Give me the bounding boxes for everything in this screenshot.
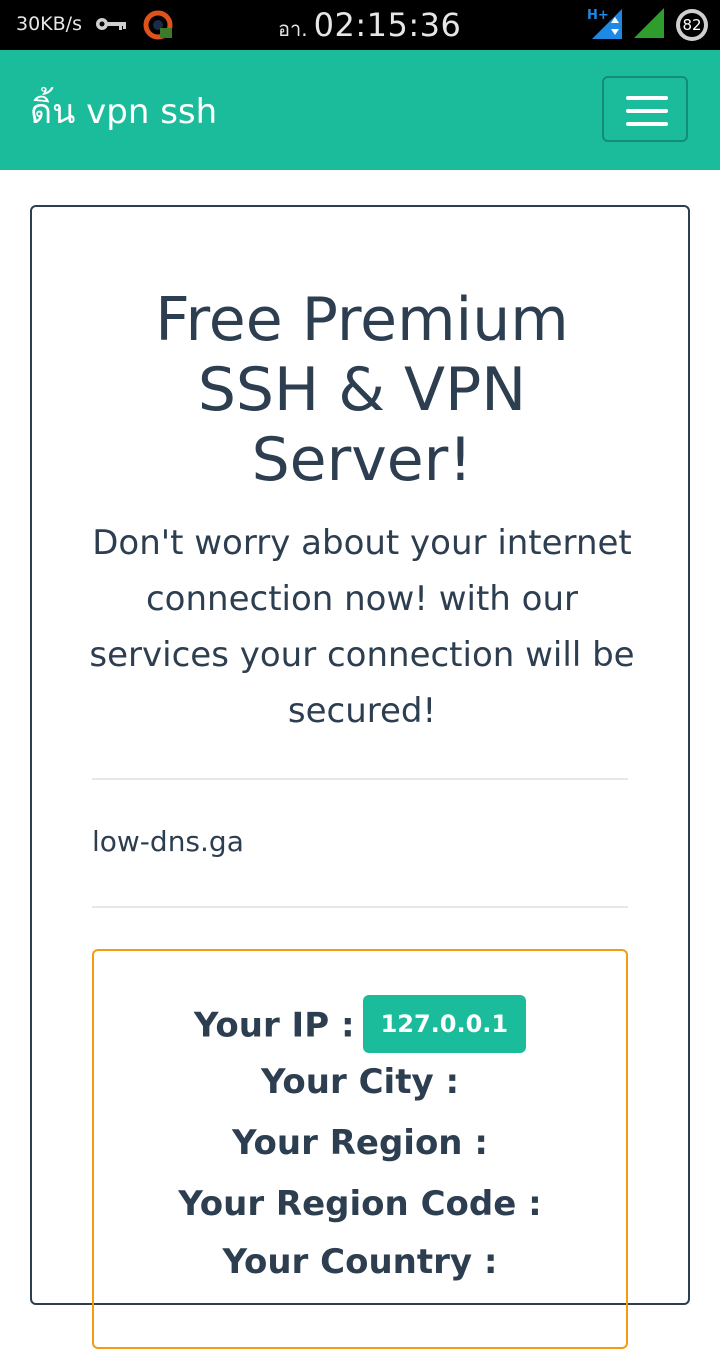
hamburger-menu-icon bbox=[626, 96, 668, 100]
battery-icon: 82 bbox=[676, 9, 708, 41]
vpn-icon bbox=[143, 10, 173, 40]
key-icon bbox=[96, 18, 126, 30]
brand-link[interactable]: ดิ้น vpn ssh bbox=[30, 84, 217, 138]
clock-period: อา. bbox=[278, 17, 308, 41]
domain-text: low-dns.ga bbox=[92, 825, 244, 858]
divider bbox=[92, 778, 628, 780]
net-speed: 30KB/s bbox=[16, 13, 82, 35]
ip-label: Your IP : bbox=[193, 1005, 355, 1046]
region-code-row: Your Region Code : bbox=[178, 1184, 542, 1224]
ip-badge: 127.0.0.1 bbox=[362, 995, 527, 1053]
city-row: Your City : bbox=[260, 1062, 460, 1102]
country-row: Your Country : bbox=[222, 1242, 498, 1282]
clock: อา. 02:15:36 bbox=[278, 6, 461, 45]
clock-time: 02:15:36 bbox=[313, 6, 462, 44]
status-bar: 30KB/s อา. 02:15:36 H+ 82 bbox=[0, 0, 720, 50]
hamburger-menu-icon bbox=[626, 109, 668, 113]
hplus-network-icon: H+ bbox=[587, 8, 622, 39]
ip-row: Your IP :127.0.0.1 bbox=[94, 995, 626, 1056]
network-type-label: H+ bbox=[587, 8, 609, 23]
hero-title: Free Premium SSH & VPN Server! bbox=[155, 285, 569, 495]
ip-info-box: Your IP :127.0.0.1 Your City : Your Regi… bbox=[92, 949, 628, 1349]
hamburger-menu-icon bbox=[626, 122, 668, 126]
menu-toggle-button[interactable] bbox=[602, 76, 688, 142]
region-row: Your Region : bbox=[232, 1123, 488, 1163]
navbar: ดิ้น vpn ssh bbox=[0, 50, 720, 170]
battery-level: 82 bbox=[680, 13, 704, 37]
content-card: Free Premium SSH & VPN Server! Don't wor… bbox=[30, 205, 690, 1349]
divider bbox=[92, 906, 628, 908]
signal-icon bbox=[634, 8, 664, 38]
hero-lead: Don't worry about your internet connecti… bbox=[89, 523, 635, 731]
